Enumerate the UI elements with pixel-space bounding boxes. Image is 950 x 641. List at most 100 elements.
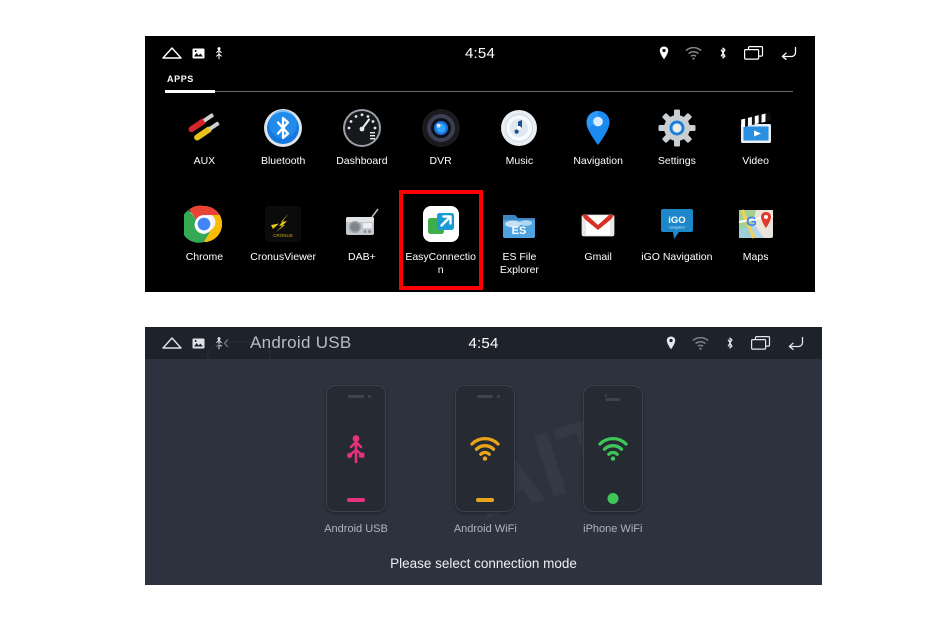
phone-graphic-android <box>455 385 516 512</box>
app-item-maps[interactable]: G Maps <box>716 196 795 292</box>
card-label: iPhone WiFi <box>583 523 643 535</box>
usb-connect-icon <box>340 433 372 465</box>
connection-card-android-usb[interactable]: Android USB <box>324 385 388 535</box>
app-item-igo-navigation[interactable]: iGO navigation iGO Navigation <box>638 196 717 292</box>
app-label: iGO Navigation <box>641 251 713 263</box>
connection-mode-cards: Android USB Android WiFi iPhone WiFi <box>145 385 822 535</box>
page-title: Android USB <box>250 333 352 352</box>
home-icon[interactable] <box>161 46 183 60</box>
location-icon[interactable] <box>666 336 676 350</box>
connection-mode-body: AIT <box>145 359 822 585</box>
svg-text:iGO: iGO <box>668 215 685 226</box>
phone-camera <box>604 394 608 397</box>
wifi-connect-icon <box>469 433 501 465</box>
easyconnection-icon <box>421 204 461 244</box>
igo-navigation-icon: iGO navigation <box>657 204 697 244</box>
app-item-navigation[interactable]: Navigation <box>559 100 638 192</box>
home-icon[interactable] <box>161 336 183 350</box>
back-icon[interactable] <box>780 46 798 60</box>
svg-text:G: G <box>746 213 757 229</box>
app-label: Settings <box>657 155 696 167</box>
app-item-cronusviewer[interactable]: CRONUS CronusViewer <box>244 196 323 292</box>
app-label: DVR <box>429 155 452 167</box>
tab-active-indicator <box>165 90 215 93</box>
status-bar-left-icons <box>145 46 224 60</box>
app-label: Maps <box>742 251 769 263</box>
back-chevron-icon[interactable]: ‹ <box>223 334 229 353</box>
app-item-gmail[interactable]: Gmail <box>559 196 638 292</box>
phone-speaker <box>605 398 621 401</box>
app-label: Video <box>742 155 769 167</box>
svg-text:navigation: navigation <box>669 226 685 230</box>
recents-icon[interactable] <box>751 336 771 350</box>
cronusviewer-icon: CRONUS <box>263 204 303 244</box>
settings-icon <box>657 108 697 148</box>
app-grid: AUX Bluetooth Dashboard DVR Music Naviga… <box>165 100 795 292</box>
app-label: Music <box>505 155 534 167</box>
card-label: Android WiFi <box>453 523 517 535</box>
app-item-dvr[interactable]: DVR <box>401 100 480 192</box>
wifi-icon[interactable] <box>685 46 702 60</box>
location-icon[interactable] <box>659 46 669 60</box>
gallery-icon[interactable] <box>192 338 205 349</box>
es-file-explorer-icon: ES <box>499 204 539 244</box>
tab-apps[interactable]: APPS <box>167 74 194 84</box>
app-item-video[interactable]: Video <box>716 100 795 192</box>
maps-icon: G <box>736 204 776 244</box>
gallery-icon[interactable] <box>192 48 205 59</box>
connection-card-iphone-wifi[interactable]: iPhone WiFi <box>582 385 643 535</box>
app-item-aux[interactable]: AUX <box>165 100 244 192</box>
dab-radio-icon <box>342 204 382 244</box>
app-item-es-file-explorer[interactable]: ES ES File Explorer <box>480 196 559 292</box>
recents-icon[interactable] <box>744 46 764 60</box>
app-item-music[interactable]: Music <box>480 100 559 192</box>
app-item-bluetooth[interactable]: Bluetooth <box>244 100 323 192</box>
wifi-connect-icon <box>597 433 629 465</box>
usb-icon[interactable] <box>214 46 224 60</box>
status-bar-right-icons-ec <box>666 336 822 350</box>
app-item-easyconnection[interactable]: EasyConnection <box>401 196 480 292</box>
video-icon <box>736 108 776 148</box>
back-icon[interactable] <box>787 336 805 350</box>
status-bar-easyconnection: ‹ Android USB 4:54 <box>145 327 822 369</box>
wifi-icon[interactable] <box>692 336 709 350</box>
chrome-icon <box>181 204 224 244</box>
bluetooth-icon[interactable] <box>725 336 735 350</box>
connection-hint-text: Please select connection mode <box>390 556 577 571</box>
connection-card-android-wifi[interactable]: Android WiFi <box>454 385 517 535</box>
phone-home-bar <box>347 498 366 502</box>
app-label: Gmail <box>584 251 612 263</box>
screenshot-root: 4:54 APPS AUX Bluetooth Dashboard DVR Mu… <box>0 0 950 641</box>
app-label: Navigation <box>573 155 623 167</box>
aux-icon <box>184 108 224 148</box>
phone-graphic-iphone <box>582 385 643 512</box>
tab-strip: APPS <box>145 74 815 98</box>
app-item-dab[interactable]: DAB+ <box>323 196 402 292</box>
app-item-dashboard[interactable]: Dashboard <box>323 100 402 192</box>
phone-home-button <box>607 493 619 504</box>
app-label: Dashboard <box>336 155 388 167</box>
status-bar-apps: 4:54 <box>145 36 815 70</box>
bluetooth-app-icon <box>263 108 303 148</box>
music-icon <box>499 108 539 148</box>
phone-camera <box>497 395 500 398</box>
dvr-icon <box>421 108 461 148</box>
bluetooth-icon[interactable] <box>718 46 728 60</box>
app-item-chrome[interactable]: Chrome <box>165 196 244 292</box>
dashboard-icon <box>342 108 382 148</box>
app-label: DAB+ <box>348 251 376 263</box>
app-label: ES File Explorer <box>499 251 539 276</box>
app-label: Bluetooth <box>260 155 306 167</box>
status-bar-right-icons <box>659 46 815 60</box>
gmail-icon <box>578 204 618 244</box>
phone-home-bar <box>476 498 495 502</box>
apps-launcher-panel: 4:54 APPS AUX Bluetooth Dashboard DVR Mu… <box>145 36 815 292</box>
app-item-settings[interactable]: Settings <box>638 100 717 192</box>
app-label: EasyConnection <box>405 251 476 276</box>
svg-text:CRONUS: CRONUS <box>273 233 293 238</box>
app-label: CronusViewer <box>250 251 316 263</box>
tab-rule-divider <box>165 91 793 92</box>
phone-graphic-android <box>326 385 387 512</box>
card-label: Android USB <box>324 523 388 535</box>
app-label: Chrome <box>185 251 224 263</box>
